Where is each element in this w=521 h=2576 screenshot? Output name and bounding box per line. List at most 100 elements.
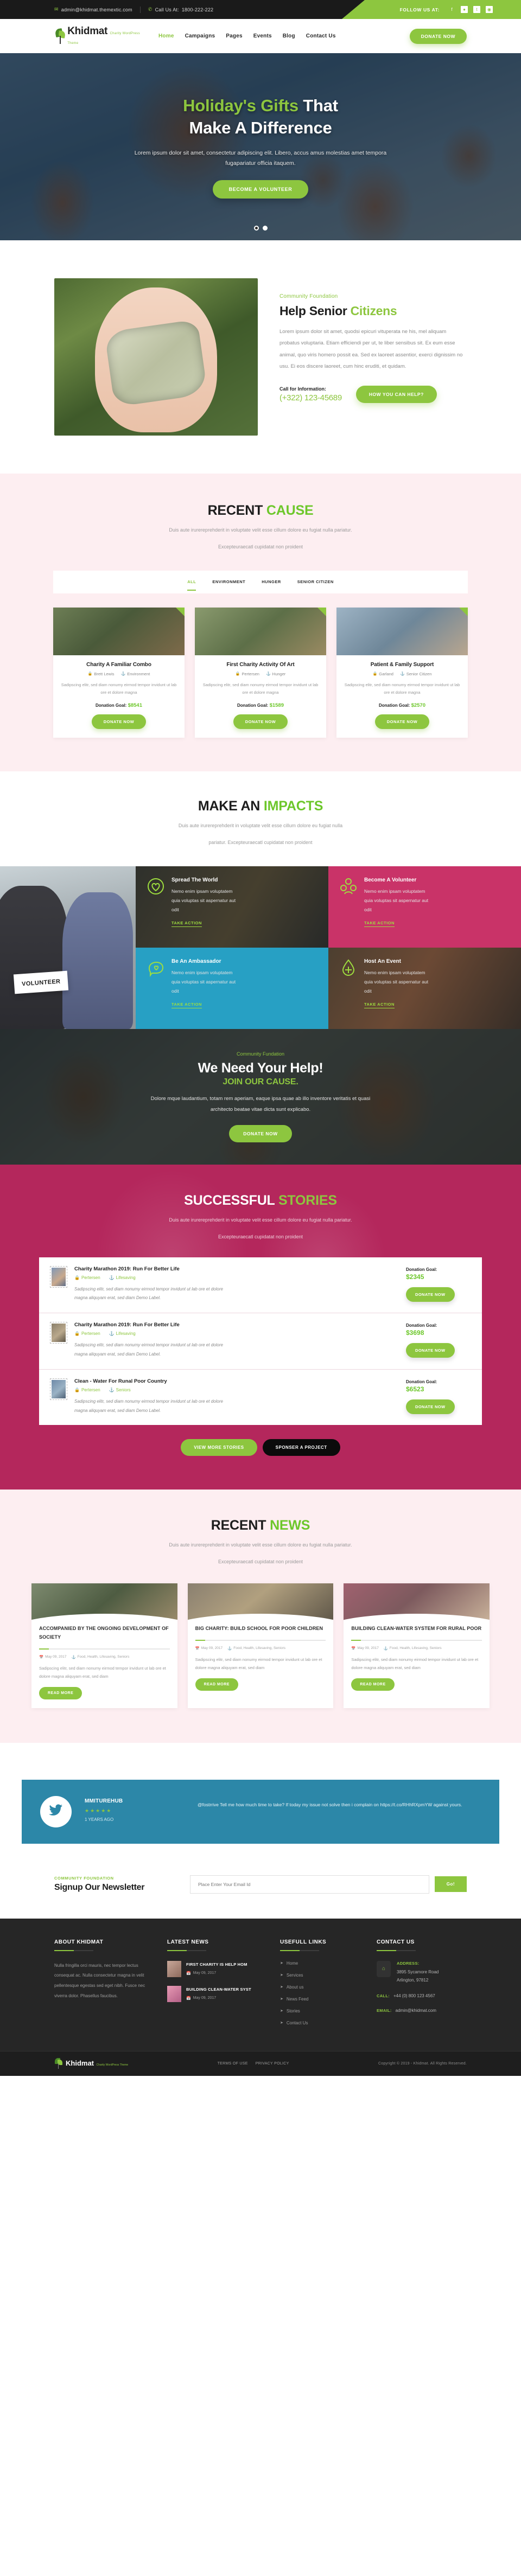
cause-description: Sadipscing elitr, sed diam nonumy eirmod… — [344, 682, 460, 695]
top-bar-phone[interactable]: ✆ Call Us At: 1800-222-222 — [148, 7, 213, 12]
footer-link-stories[interactable]: ➤ Stories — [280, 2009, 361, 2014]
news-description: Sadipscing elitr, sed diam nonumy eirmod… — [39, 1665, 166, 1679]
take-action-link[interactable]: TAKE ACTION — [364, 1002, 395, 1008]
cause-card[interactable]: First Charity Activity Of Art 🔒 Pertersen… — [195, 607, 326, 738]
volunteer-sign: VOLUNTEER — [13, 970, 69, 994]
nav-item-campaigns[interactable]: Campaigns — [185, 33, 215, 39]
story-row[interactable]: Charity Marathon 2019: Run For Better Li… — [39, 1313, 482, 1370]
news-divider — [195, 1639, 326, 1641]
hero-dot-1[interactable] — [253, 226, 259, 231]
cause-filter-environment[interactable]: ENVIRONMENT — [212, 575, 245, 589]
donate-now-header-button[interactable]: DONATE NOW — [409, 28, 467, 44]
needhelp-donate-button[interactable]: DONATE NOW — [229, 1124, 292, 1142]
chevron-right-icon: ➤ — [280, 2021, 283, 2025]
cause-filter-hunger[interactable]: HUNGER — [262, 575, 281, 589]
read-more-button[interactable]: READ MORE — [195, 1678, 238, 1691]
hero-slider-dots[interactable] — [0, 226, 521, 231]
terms-of-use-link[interactable]: TERMS OF USE — [218, 2062, 248, 2066]
story-description: Sadipscing elitr, sed diam nonumy eirmod… — [74, 1398, 223, 1413]
nav-item-home[interactable]: Home — [158, 33, 174, 39]
people-group-icon — [339, 877, 358, 896]
cause-filter-all[interactable]: ALL — [187, 575, 196, 591]
news-card[interactable]: BUILDING CLEAN-WATER SYSTEM FOR RURAL PO… — [344, 1583, 490, 1708]
news-card[interactable]: BIG CHARITY: BUILD SCHOOL FOR POOR CHILD… — [187, 1583, 334, 1708]
story-row[interactable]: Clean - Water For Runal Poor Country 🔒 Pe… — [39, 1370, 482, 1426]
footer-link-about-us[interactable]: ➤ About us — [280, 1985, 361, 1990]
newsletter-email-input[interactable] — [190, 1875, 429, 1894]
footer-news-item[interactable]: FIRST CHARITY IS HELP HOM 📅 May 09, 2017 — [167, 1960, 265, 1977]
newsletter-submit-button[interactable]: Go! — [434, 1876, 467, 1893]
news-thumbnail — [31, 1583, 177, 1623]
footer-news-item[interactable]: BUILDING CLEAN-WATER SYST 📅 May 09, 2017 — [167, 1985, 265, 2002]
twitter-icon[interactable]: t — [473, 6, 480, 13]
impact-card-be-an-ambassador[interactable]: Be An Ambassador Nemo enim ipsam volupta… — [136, 947, 328, 1029]
story-donate-button[interactable]: DONATE NOW — [406, 1399, 455, 1414]
take-action-link[interactable]: TAKE ACTION — [171, 1002, 202, 1008]
tree-logo-icon — [54, 2058, 63, 2069]
nav-item-contact-us[interactable]: Contact Us — [306, 33, 336, 39]
impact-desc: Nemo enim ipsam voluptatem quia voluptas… — [171, 969, 236, 994]
site-header: Khidmat Charity WordPress Theme Home Cam… — [0, 19, 521, 53]
footer-link-news-feed[interactable]: ➤ News Feed — [280, 1997, 361, 2002]
flickr-icon[interactable]: ● — [461, 6, 468, 13]
site-logo[interactable]: Khidmat Charity WordPress Theme — [54, 26, 141, 47]
tree-logo-icon — [54, 28, 66, 44]
news-divider — [39, 1648, 170, 1650]
cause-card[interactable]: Patient & Family Support 🔒 Garland ⚓ Senio… — [336, 607, 468, 738]
footer-email-value[interactable]: admin@khidmat.com — [396, 2006, 436, 2015]
cause-filter-senior-citizen[interactable]: SENIOR CITIZEN — [297, 575, 334, 589]
sponsor-a-project-button[interactable]: SPONSER A PROJECT — [262, 1439, 340, 1456]
impact-card-host-an-event[interactable]: Host An Event Nemo enim ipsam voluptatem… — [328, 947, 521, 1029]
nav-item-events[interactable]: Events — [253, 33, 272, 39]
cause-goal-label: Donation Goal: — [379, 703, 410, 708]
read-more-button[interactable]: READ MORE — [351, 1678, 395, 1691]
become-a-volunteer-button[interactable]: BECOME A VOLUNTEER — [212, 180, 309, 199]
tag-icon: ⚓ — [109, 1387, 115, 1392]
how-you-can-help-button[interactable]: HOW YOU CAN HELP? — [355, 385, 437, 403]
impact-card-become-a-volunteer[interactable]: Become A Volunteer Nemo enim ipsam volup… — [328, 866, 521, 948]
story-category: ⚓ Lifesaving — [109, 1331, 136, 1337]
take-action-link[interactable]: TAKE ACTION — [364, 921, 395, 927]
news-title: RECENT NEWS — [31, 1518, 490, 1533]
news-tags: ⚓ Food, Health, Lifesaving, Seniors — [227, 1646, 285, 1651]
testimonial-time: 1 YEARS AGO — [85, 1817, 114, 1822]
hero-dot-2[interactable] — [262, 226, 268, 231]
story-description: Sadipscing elitr, sed diam nonumy eirmod… — [74, 1286, 223, 1301]
cause-donate-button[interactable]: DONATE NOW — [233, 714, 288, 730]
call-for-information-number[interactable]: (+322) 123-45689 — [279, 393, 342, 402]
top-bar: ✉ admin@khidmat.themextic.com ✆ Call Us … — [0, 0, 521, 19]
impact-desc: Nemo enim ipsam voluptatem quia voluptas… — [364, 888, 429, 912]
footer-logo[interactable]: Khidmat Charity WordPress Theme — [54, 2058, 128, 2069]
impact-card-spread-the-world[interactable]: Spread The World Nemo enim ipsam volupta… — [136, 866, 328, 948]
cause-donate-button[interactable]: DONATE NOW — [374, 714, 430, 730]
news-title-dark: RECENT — [211, 1518, 266, 1533]
footer-call-value[interactable]: +44 (0) 800 123 4567 — [393, 1992, 435, 2000]
top-bar-email[interactable]: ✉ admin@khidmat.themextic.com — [54, 7, 132, 12]
story-title: Charity Marathon 2019: Run For Better Li… — [74, 1265, 180, 1272]
cause-card[interactable]: Charity A Familiar Combo 🔒 Brett Lewis ⚓ E… — [53, 607, 185, 738]
take-action-link[interactable]: TAKE ACTION — [171, 921, 202, 927]
help-senior-citizens-section: Community Foundation Help Senior Citizen… — [0, 240, 521, 474]
story-row[interactable]: Charity Marathon 2019: Run For Better Li… — [39, 1257, 482, 1314]
nav-item-pages[interactable]: Pages — [226, 33, 242, 39]
story-donate-button[interactable]: DONATE NOW — [406, 1343, 455, 1358]
footer-link-services[interactable]: ➤ Services — [280, 1973, 361, 1978]
facebook-icon[interactable]: f — [448, 6, 455, 13]
corner-ribbon-icon — [176, 607, 185, 616]
footer-email-label: EMAIL: — [377, 2008, 392, 2014]
nav-item-blog[interactable]: Blog — [283, 33, 295, 39]
testimonial-after-spacer — [0, 1843, 521, 1875]
hero-title: Holiday's Gifts That Make A Difference — [87, 95, 434, 139]
privacy-policy-link[interactable]: PRIVACY POLICY — [256, 2062, 289, 2066]
cause-donate-button[interactable]: DONATE NOW — [91, 714, 147, 730]
dribbble-icon[interactable]: ◉ — [486, 6, 493, 13]
about-title-green: Citizens — [350, 304, 397, 318]
footer-link-contact-us[interactable]: ➤ Contact Us — [280, 2021, 361, 2025]
view-more-stories-button[interactable]: VIEW MORE STORIES — [181, 1439, 257, 1456]
news-card[interactable]: ACCOMPANIED BY THE ONGOING DEVELOPMENT O… — [31, 1583, 177, 1708]
read-more-button[interactable]: READ MORE — [39, 1686, 82, 1699]
twitter-bird-icon — [49, 1803, 63, 1820]
story-donate-button[interactable]: DONATE NOW — [406, 1287, 455, 1302]
chevron-right-icon: ➤ — [280, 1997, 283, 2002]
footer-link-home[interactable]: ➤ Home — [280, 1961, 361, 1966]
